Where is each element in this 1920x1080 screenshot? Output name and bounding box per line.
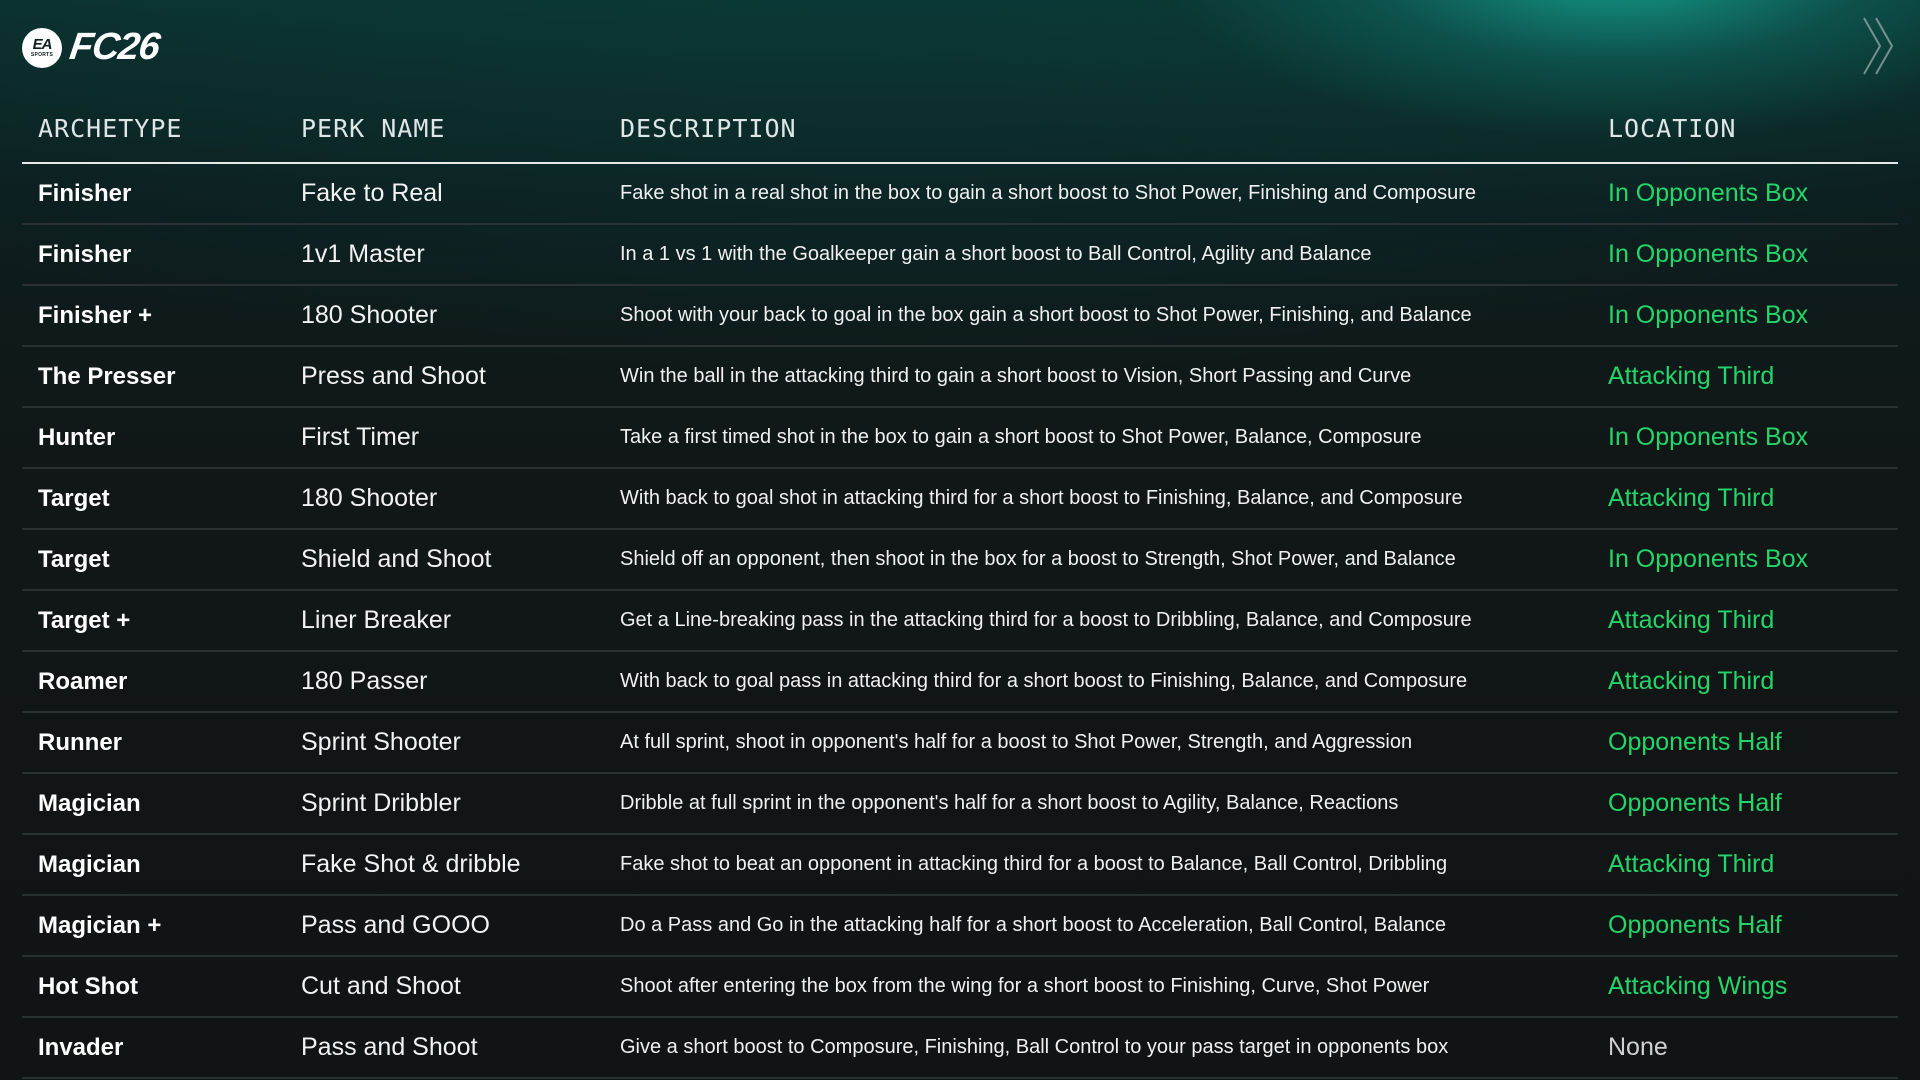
- perk-name-cell: Cut and Shoot: [301, 972, 461, 1000]
- archetype-cell: Magician: [38, 850, 141, 878]
- archetype-cell: Magician +: [38, 911, 162, 939]
- ea-badge-top: EA: [32, 36, 53, 53]
- location-cell: In Opponents Box: [1608, 240, 1809, 268]
- perk-name-cell: Pass and Shoot: [301, 1033, 478, 1061]
- description-cell: Take a first timed shot in the box to ga…: [620, 426, 1422, 448]
- perk-name-cell: 1v1 Master: [301, 240, 425, 268]
- location-cell: Opponents Half: [1608, 789, 1782, 817]
- header-location: LOCATION: [1608, 114, 1737, 143]
- archetype-cell: Target: [38, 484, 110, 512]
- description-cell: Shield off an opponent, then shoot in th…: [620, 548, 1456, 570]
- location-cell: In Opponents Box: [1608, 545, 1809, 573]
- perk-name-cell: Fake Shot & dribble: [301, 850, 521, 878]
- location-cell: Attacking Third: [1608, 606, 1775, 634]
- table-header: ARCHETYPE PERK NAME DESCRIPTION LOCATION: [22, 106, 1898, 164]
- location-cell: Opponents Half: [1608, 911, 1782, 939]
- table-row: Hunter First Timer Take a first timed sh…: [22, 408, 1898, 469]
- description-cell: With back to goal pass in attacking thir…: [620, 670, 1468, 692]
- ea-badge-bottom: SPORTS: [30, 52, 54, 58]
- location-cell: Attacking Wings: [1608, 972, 1788, 1000]
- table-row: Invader Pass and Shoot Give a short boos…: [22, 1018, 1898, 1079]
- description-cell: Fake shot in a real shot in the box to g…: [620, 182, 1477, 204]
- table-row: Target Shield and Shoot Shield off an op…: [22, 530, 1898, 591]
- perk-name-cell: 180 Shooter: [301, 301, 438, 329]
- table-row: Target 180 Shooter With back to goal sho…: [22, 469, 1898, 530]
- description-cell: Give a short boost to Composure, Finishi…: [620, 1036, 1449, 1058]
- header-archetype: ARCHETYPE: [38, 114, 183, 143]
- archetype-cell: Finisher +: [38, 301, 153, 329]
- description-cell: Shoot after entering the box from the wi…: [620, 975, 1430, 997]
- archetype-cell: Hot Shot: [38, 972, 138, 1000]
- archetype-cell: Finisher: [38, 240, 132, 268]
- table-row: Hot Shot Cut and Shoot Shoot after enter…: [22, 957, 1898, 1018]
- table-row: Magician Sprint Dribbler Dribble at full…: [22, 774, 1898, 835]
- archetype-cell: Roamer: [38, 667, 128, 695]
- location-cell: Opponents Half: [1608, 728, 1782, 756]
- location-cell: None: [1608, 1033, 1668, 1061]
- table-row: Roamer 180 Passer With back to goal pass…: [22, 652, 1898, 713]
- description-cell: Do a Pass and Go in the attacking half f…: [620, 914, 1447, 936]
- archetype-cell: Hunter: [38, 423, 116, 451]
- perk-name-cell: Sprint Shooter: [301, 728, 461, 756]
- ea-sports-logo-icon: EA SPORTS: [22, 27, 62, 68]
- description-cell: Fake shot to beat an opponent in attacki…: [620, 853, 1448, 875]
- table-row: Finisher Fake to Real Fake shot in a rea…: [22, 164, 1898, 225]
- location-cell: In Opponents Box: [1608, 301, 1809, 329]
- location-cell: Attacking Third: [1608, 850, 1775, 878]
- archetype-cell: Finisher: [38, 179, 132, 207]
- table-row: Runner Sprint Shooter At full sprint, sh…: [22, 713, 1898, 774]
- header-perk-name: PERK NAME: [301, 114, 446, 143]
- location-cell: Attacking Third: [1608, 667, 1775, 695]
- description-cell: With back to goal shot in attacking thir…: [620, 487, 1463, 509]
- perk-name-cell: First Timer: [301, 423, 420, 451]
- perk-name-cell: Shield and Shoot: [301, 545, 492, 573]
- brand-logo: EA SPORTS FC26: [22, 26, 162, 69]
- table-row: The Presser Press and Shoot Win the ball…: [22, 347, 1898, 408]
- archetype-cell: Magician: [38, 789, 141, 817]
- archetype-cell: The Presser: [38, 362, 176, 390]
- archetype-cell: Target: [38, 545, 110, 573]
- description-cell: Dribble at full sprint in the opponent's…: [620, 792, 1399, 814]
- perk-name-cell: 180 Shooter: [301, 484, 438, 512]
- description-cell: Shoot with your back to goal in the box …: [620, 304, 1472, 326]
- perk-name-cell: Liner Breaker: [301, 606, 452, 634]
- location-cell: Attacking Third: [1608, 484, 1775, 512]
- table-row: Magician + Pass and GOOO Do a Pass and G…: [22, 896, 1898, 957]
- perk-name-cell: 180 Passer: [301, 667, 428, 695]
- table-row: Target + Liner Breaker Get a Line-breaki…: [22, 591, 1898, 652]
- description-cell: At full sprint, shoot in opponent's half…: [620, 731, 1413, 753]
- table-row: Finisher + 180 Shooter Shoot with your b…: [22, 286, 1898, 347]
- perks-table-body: Finisher Fake to Real Fake shot in a rea…: [22, 164, 1898, 1079]
- description-cell: In a 1 vs 1 with the Goalkeeper gain a s…: [620, 243, 1372, 265]
- description-cell: Get a Line-breaking pass in the attackin…: [620, 609, 1472, 631]
- table-row: Magician Fake Shot & dribble Fake shot t…: [22, 835, 1898, 896]
- perk-name-cell: Fake to Real: [301, 179, 443, 207]
- location-cell: In Opponents Box: [1608, 423, 1809, 451]
- location-cell: In Opponents Box: [1608, 179, 1809, 207]
- header-description: DESCRIPTION: [620, 114, 797, 143]
- game-title: FC26: [67, 26, 162, 68]
- perk-name-cell: Pass and GOOO: [301, 911, 490, 939]
- perk-name-cell: Press and Shoot: [301, 362, 486, 390]
- archetype-cell: Target +: [38, 606, 131, 634]
- table-row: Finisher 1v1 Master In a 1 vs 1 with the…: [22, 225, 1898, 286]
- archetype-cell: Invader: [38, 1033, 124, 1061]
- location-cell: Attacking Third: [1608, 362, 1775, 390]
- description-cell: Win the ball in the attacking third to g…: [620, 365, 1412, 387]
- archetype-cell: Runner: [38, 728, 122, 756]
- double-chevron-right-icon[interactable]: [1862, 16, 1896, 76]
- perk-name-cell: Sprint Dribbler: [301, 789, 461, 817]
